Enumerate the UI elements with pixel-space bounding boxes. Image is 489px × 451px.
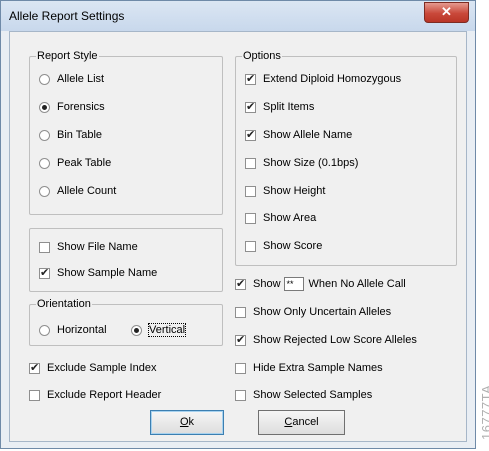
close-button[interactable]: ✕ bbox=[424, 2, 469, 23]
radio-label: Vertical bbox=[147, 323, 187, 337]
checkbox[interactable] bbox=[245, 212, 256, 224]
radio-label: Peak Table bbox=[57, 157, 112, 169]
checkbox[interactable] bbox=[245, 185, 256, 197]
checkbox-label: Show Area bbox=[263, 212, 317, 224]
checkbox-label: Show Rejected Low Score Alleles bbox=[253, 334, 417, 346]
radio-allele-count[interactable]: Allele Count bbox=[39, 183, 116, 199]
checkbox[interactable] bbox=[245, 72, 256, 85]
checkbox[interactable] bbox=[235, 277, 246, 290]
radio-button[interactable] bbox=[39, 101, 50, 113]
checkbox-label: Extend Diploid Homozygous bbox=[263, 73, 402, 85]
checkbox-exclude-report-header[interactable]: Exclude Report Header bbox=[29, 387, 161, 403]
options-group: Options Extend Diploid Homozygous Split … bbox=[235, 50, 457, 266]
ok-button[interactable]: Ok bbox=[150, 410, 224, 435]
checkbox[interactable] bbox=[245, 128, 256, 141]
checkbox-show-area[interactable]: Show Area bbox=[245, 210, 316, 226]
checkbox-show-selected-samples[interactable]: Show Selected Samples bbox=[235, 387, 372, 403]
checkbox-extend-diploid-homozygous[interactable]: Extend Diploid Homozygous bbox=[245, 71, 401, 87]
radio-label: Allele List bbox=[57, 73, 105, 85]
checkbox-show-size[interactable]: Show Size (0.1bps) bbox=[245, 155, 358, 171]
checkbox-show-file-name[interactable]: Show File Name bbox=[39, 239, 138, 255]
checkbox-label: Show Only Uncertain Alleles bbox=[253, 306, 392, 318]
orientation-group: Orientation Horizontal Vertical bbox=[29, 298, 223, 346]
radio-label: Forensics bbox=[57, 101, 105, 113]
report-style-legend: Report Style bbox=[36, 50, 99, 62]
checkbox-label: Show Score bbox=[263, 240, 323, 252]
checkbox-label-suffix: When No Allele Call bbox=[308, 278, 406, 290]
checkbox-label: Show Size (0.1bps) bbox=[263, 157, 359, 169]
title-bar[interactable]: Allele Report Settings ✕ bbox=[1, 1, 475, 31]
close-icon: ✕ bbox=[441, 4, 452, 19]
checkbox[interactable] bbox=[29, 389, 40, 401]
checkbox[interactable] bbox=[235, 362, 246, 374]
radio-bin-table[interactable]: Bin Table bbox=[39, 127, 102, 143]
checkbox-label: Show Sample Name bbox=[57, 267, 158, 279]
checkbox[interactable] bbox=[235, 306, 246, 318]
radio-button[interactable] bbox=[39, 129, 50, 141]
checkbox[interactable] bbox=[235, 389, 246, 401]
checkbox-show-sample-name[interactable]: Show Sample Name bbox=[39, 265, 157, 281]
no-call-text-input[interactable]: ** bbox=[283, 277, 304, 291]
checkbox-label: Show Height bbox=[263, 185, 326, 197]
radio-button[interactable] bbox=[39, 73, 50, 85]
checkbox-label: Exclude Report Header bbox=[47, 389, 162, 401]
checkbox-label: Show File Name bbox=[57, 241, 138, 253]
checkbox-label: Exclude Sample Index bbox=[47, 362, 157, 374]
radio-button[interactable] bbox=[131, 324, 142, 336]
checkbox-hide-extra-sample-names[interactable]: Hide Extra Sample Names bbox=[235, 360, 383, 376]
name-display-group: Show File Name Show Sample Name bbox=[29, 228, 223, 292]
checkbox[interactable] bbox=[39, 266, 50, 279]
ok-button-mnemonic: O bbox=[179, 416, 189, 428]
radio-forensics[interactable]: Forensics bbox=[39, 99, 105, 115]
radio-horizontal[interactable]: Horizontal bbox=[39, 322, 107, 338]
radio-label: Allele Count bbox=[57, 185, 117, 197]
checkbox-show-score[interactable]: Show Score bbox=[245, 238, 322, 254]
checkbox-show-no-allele-call[interactable]: Show ** When No Allele Call bbox=[235, 276, 406, 292]
checkbox[interactable] bbox=[245, 157, 256, 169]
checkbox-label: Hide Extra Sample Names bbox=[253, 362, 383, 374]
radio-label: Bin Table bbox=[57, 129, 103, 141]
checkbox-label: Show bbox=[253, 278, 281, 290]
checkbox-label: Split Items bbox=[263, 101, 315, 113]
cancel-button[interactable]: Cancel bbox=[258, 410, 345, 435]
checkbox[interactable] bbox=[29, 361, 40, 374]
checkbox-show-rejected-low-score-alleles[interactable]: Show Rejected Low Score Alleles bbox=[235, 332, 417, 348]
checkbox[interactable] bbox=[235, 333, 246, 346]
radio-button[interactable] bbox=[39, 185, 50, 197]
checkbox[interactable] bbox=[245, 100, 256, 113]
radio-label: Horizontal bbox=[57, 324, 107, 336]
dialog-window: Allele Report Settings ✕ Report Style Al… bbox=[0, 0, 476, 449]
checkbox-label: Show Selected Samples bbox=[253, 389, 373, 401]
checkbox-show-height[interactable]: Show Height bbox=[245, 183, 325, 199]
radio-peak-table[interactable]: Peak Table bbox=[39, 155, 111, 171]
checkbox-show-allele-name[interactable]: Show Allele Name bbox=[245, 127, 352, 143]
dialog-client: Report Style Allele List Forensics Bin T… bbox=[9, 31, 467, 442]
ok-button-label: k bbox=[188, 416, 195, 428]
radio-vertical[interactable]: Vertical bbox=[131, 322, 187, 338]
options-legend: Options bbox=[242, 50, 282, 62]
cancel-button-label: ancel bbox=[292, 416, 319, 428]
radio-allele-list[interactable]: Allele List bbox=[39, 71, 104, 87]
figure-watermark: 16777TA bbox=[479, 384, 489, 440]
radio-button[interactable] bbox=[39, 324, 50, 336]
radio-button[interactable] bbox=[39, 157, 50, 169]
checkbox-show-only-uncertain-alleles[interactable]: Show Only Uncertain Alleles bbox=[235, 304, 391, 320]
report-style-group: Report Style Allele List Forensics Bin T… bbox=[29, 50, 223, 215]
window-title: Allele Report Settings bbox=[9, 9, 125, 23]
checkbox-label: Show Allele Name bbox=[263, 129, 353, 141]
orientation-legend: Orientation bbox=[36, 298, 92, 310]
checkbox[interactable] bbox=[39, 241, 50, 253]
checkbox-exclude-sample-index[interactable]: Exclude Sample Index bbox=[29, 360, 156, 376]
checkbox[interactable] bbox=[245, 240, 256, 252]
checkbox-split-items[interactable]: Split Items bbox=[245, 99, 314, 115]
